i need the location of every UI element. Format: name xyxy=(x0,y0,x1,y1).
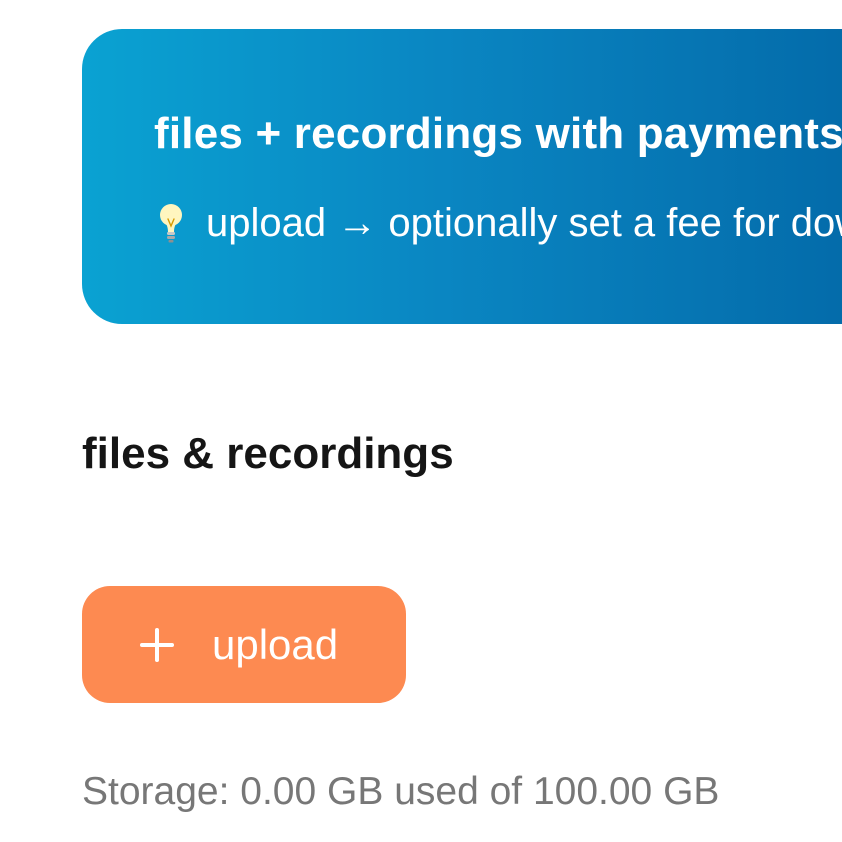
lightbulb-icon xyxy=(160,203,182,242)
banner-hint: upload → optionally set a fee for downlo… xyxy=(154,201,842,246)
section-title: files & recordings xyxy=(82,429,454,478)
banner-hint-text: upload → optionally set a fee for downlo… xyxy=(206,201,842,245)
page: files + recordings with payments upload … xyxy=(0,0,842,842)
plus-icon xyxy=(140,627,174,662)
upload-button-label: upload xyxy=(212,620,339,668)
info-banner: files + recordings with payments upload … xyxy=(82,29,842,324)
upload-button[interactable]: upload xyxy=(82,586,406,703)
storage-usage-text: Storage: 0.00 GB used of 100.00 GB xyxy=(82,770,720,813)
banner-title: files + recordings with payments xyxy=(154,109,842,158)
